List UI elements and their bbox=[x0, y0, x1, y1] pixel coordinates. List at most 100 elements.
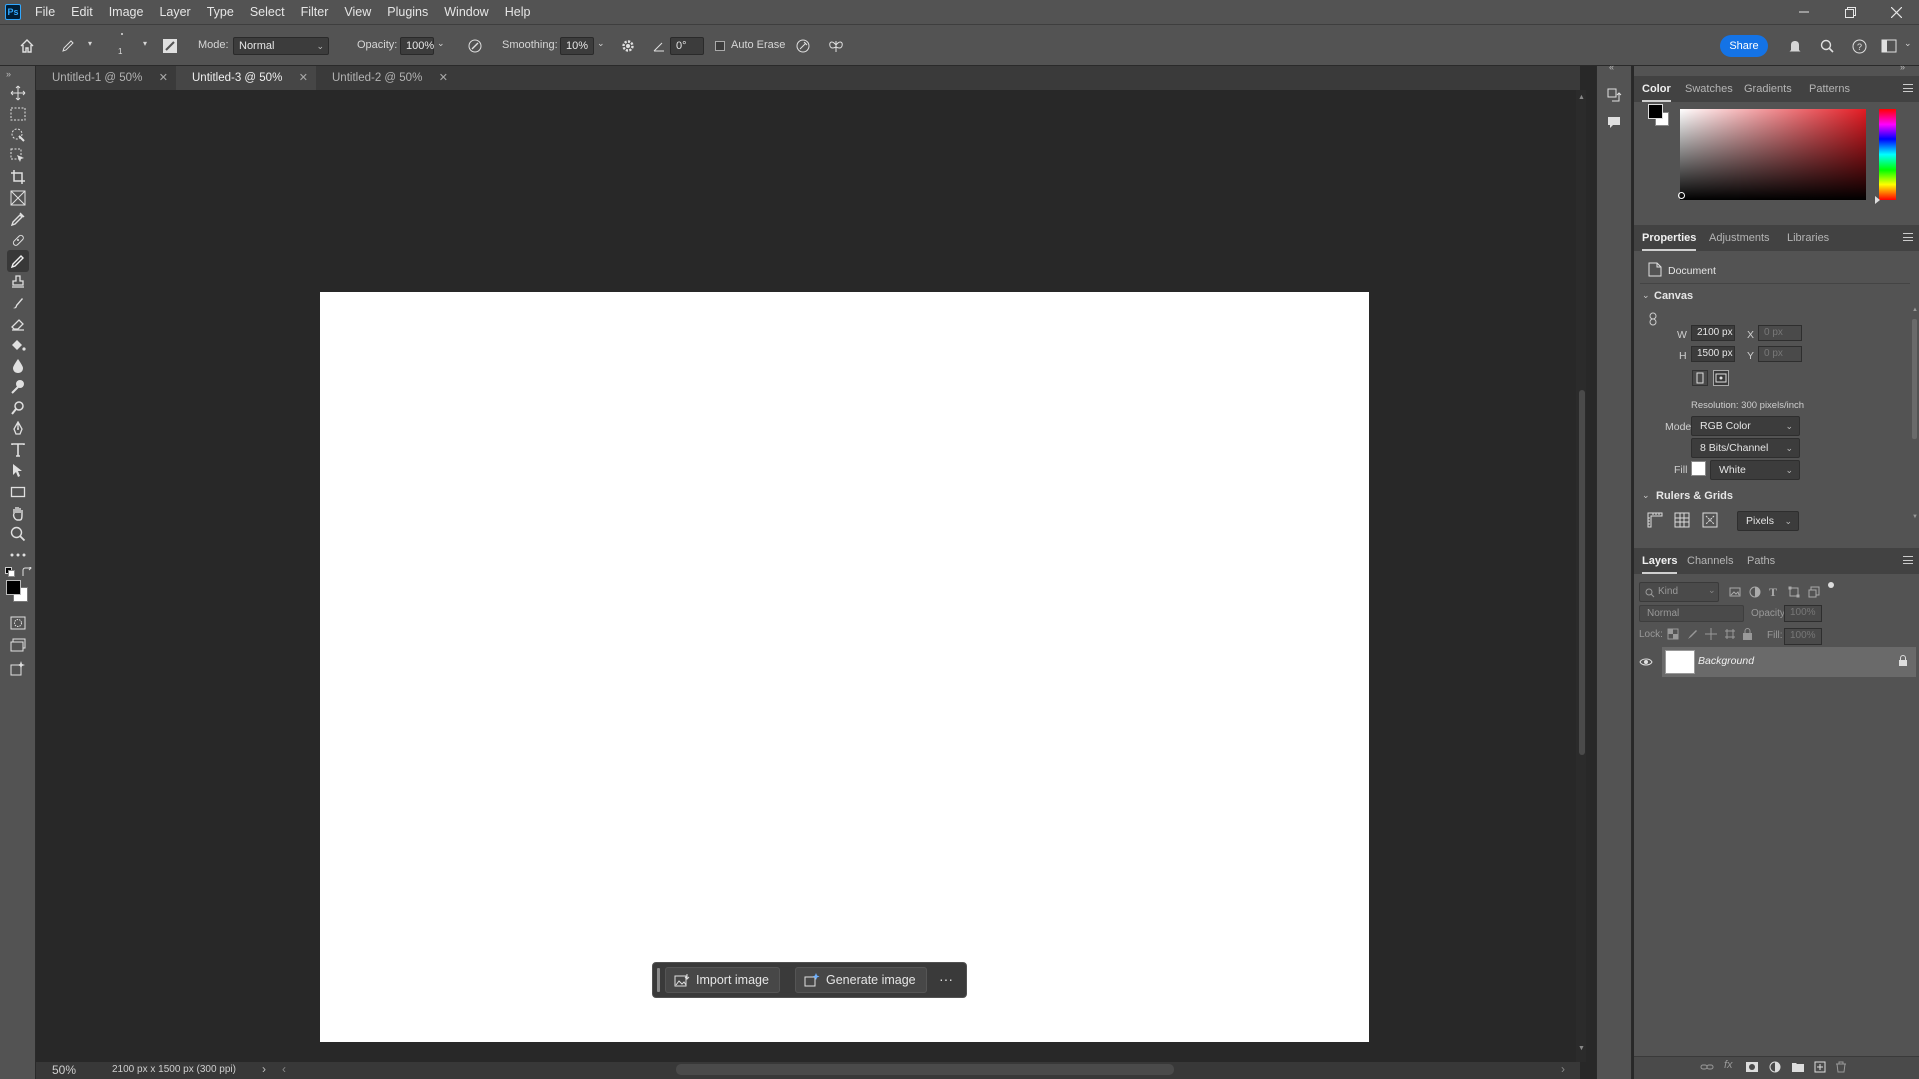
close-tab-icon[interactable]: ✕ bbox=[439, 66, 448, 90]
properties-panel-menu-icon[interactable] bbox=[1903, 233, 1913, 241]
brush-size-chevron-icon[interactable]: ▾ bbox=[143, 39, 147, 48]
layer-row-background[interactable]: Background bbox=[1639, 647, 1916, 677]
layer-style-fx-icon[interactable]: fx bbox=[1724, 1059, 1733, 1071]
tab-swatches[interactable]: Swatches bbox=[1685, 76, 1733, 102]
menu-help[interactable]: Help bbox=[497, 0, 539, 24]
expand-toolbar-icon[interactable]: » bbox=[6, 69, 11, 79]
fill-select[interactable]: White ⌄ bbox=[1710, 460, 1800, 480]
restore-button[interactable] bbox=[1827, 0, 1873, 24]
filter-toggle-icon[interactable] bbox=[1828, 582, 1834, 588]
tab-untitled-1[interactable]: Untitled-1 @ 50% (RGB/8) ✕ bbox=[36, 66, 176, 108]
edit-toolbar-button[interactable] bbox=[7, 544, 29, 566]
path-selection-tool[interactable] bbox=[7, 460, 29, 482]
filter-smart-object-button[interactable] bbox=[1808, 586, 1820, 601]
tab-paths[interactable]: Paths bbox=[1747, 548, 1775, 574]
opacity-chevron-icon[interactable]: ⌄ bbox=[437, 38, 445, 49]
lock-position-button[interactable] bbox=[1705, 628, 1717, 643]
move-tool[interactable] bbox=[7, 82, 29, 104]
share-button[interactable]: Share bbox=[1720, 35, 1768, 57]
type-tool[interactable] bbox=[7, 439, 29, 461]
horizontal-scroll-thumb[interactable] bbox=[676, 1064, 1174, 1075]
layers-panel-menu-icon[interactable] bbox=[1903, 556, 1913, 564]
comments-panel-button[interactable] bbox=[1607, 116, 1621, 133]
zoom-lens-tool[interactable] bbox=[7, 397, 29, 419]
menu-image[interactable]: Image bbox=[101, 0, 152, 24]
menu-filter[interactable]: Filter bbox=[293, 0, 337, 24]
tab-patterns[interactable]: Patterns bbox=[1809, 76, 1850, 102]
color-mode-select[interactable]: RGB Color ⌄ bbox=[1691, 416, 1800, 436]
lock-all-button[interactable] bbox=[1742, 628, 1753, 643]
rectangle-tool[interactable] bbox=[7, 481, 29, 503]
dodge-tool[interactable] bbox=[7, 376, 29, 398]
generative-button[interactable] bbox=[7, 657, 29, 679]
menu-plugins[interactable]: Plugins bbox=[379, 0, 436, 24]
scroll-right-icon[interactable]: › bbox=[1561, 1062, 1565, 1076]
paint-bucket-tool[interactable] bbox=[7, 334, 29, 356]
units-select[interactable]: Pixels ⌄ bbox=[1737, 511, 1799, 531]
import-image-button[interactable]: Import image bbox=[665, 967, 780, 993]
marquee-tool[interactable] bbox=[7, 103, 29, 125]
filter-shape-button[interactable] bbox=[1788, 586, 1800, 601]
scroll-down-icon[interactable]: ▼ bbox=[1912, 514, 1918, 520]
quick-selection-tool[interactable] bbox=[7, 124, 29, 146]
close-tab-icon[interactable]: ✕ bbox=[159, 66, 168, 90]
lock-artboard-button[interactable] bbox=[1724, 628, 1736, 643]
symmetry-button[interactable] bbox=[826, 36, 846, 56]
menu-edit[interactable]: Edit bbox=[63, 0, 101, 24]
history-panel-button[interactable] bbox=[1607, 88, 1623, 107]
close-window-button[interactable] bbox=[1873, 0, 1919, 24]
smoothing-input[interactable]: 10% bbox=[560, 37, 594, 55]
new-layer-button[interactable] bbox=[1814, 1061, 1826, 1076]
filter-adjustment-button[interactable] bbox=[1749, 586, 1761, 601]
new-group-button[interactable] bbox=[1791, 1061, 1805, 1076]
blur-tool[interactable] bbox=[7, 355, 29, 377]
delete-layer-button[interactable] bbox=[1835, 1061, 1847, 1076]
guides-toggle-button[interactable] bbox=[1702, 512, 1718, 531]
more-options-button[interactable]: ··· bbox=[933, 969, 959, 991]
scroll-up-icon[interactable]: ▲ bbox=[1912, 307, 1918, 313]
grid-toggle-button[interactable] bbox=[1674, 512, 1690, 531]
status-expand-icon[interactable]: › bbox=[262, 1062, 266, 1076]
rulers-toggle-button[interactable] bbox=[1647, 512, 1663, 531]
tab-properties[interactable]: Properties bbox=[1642, 225, 1697, 251]
tab-adjustments[interactable]: Adjustments bbox=[1709, 225, 1770, 251]
canvas-area[interactable] bbox=[36, 90, 1580, 1062]
tab-channels[interactable]: Channels bbox=[1687, 548, 1733, 574]
menu-type[interactable]: Type bbox=[199, 0, 242, 24]
object-selection-tool[interactable] bbox=[7, 145, 29, 167]
blend-mode-select[interactable]: Normal bbox=[1639, 605, 1744, 622]
foreground-color-swatch[interactable] bbox=[6, 580, 21, 595]
menu-layer[interactable]: Layer bbox=[151, 0, 198, 24]
vertical-scroll-thumb[interactable] bbox=[1579, 390, 1585, 755]
menu-select[interactable]: Select bbox=[242, 0, 293, 24]
minimize-button[interactable] bbox=[1781, 0, 1827, 24]
tab-color[interactable]: Color bbox=[1642, 76, 1671, 102]
mode-select[interactable]: Normal ⌄ bbox=[233, 37, 329, 55]
smoothing-options-button[interactable] bbox=[618, 36, 638, 56]
lock-transparent-pixels-button[interactable] bbox=[1667, 628, 1679, 643]
workspace-button[interactable] bbox=[1879, 36, 1899, 56]
default-colors-button[interactable] bbox=[5, 566, 15, 580]
quick-mask-button[interactable] bbox=[7, 612, 29, 634]
color-panel-menu-icon[interactable] bbox=[1903, 84, 1913, 92]
brush-settings-toggle[interactable] bbox=[160, 36, 180, 56]
scroll-down-icon[interactable]: ▼ bbox=[1578, 1045, 1585, 1052]
layer-name[interactable]: Background bbox=[1698, 655, 1754, 667]
panel-foreground-swatch[interactable] bbox=[1648, 104, 1663, 119]
filter-pixel-button[interactable] bbox=[1729, 586, 1741, 601]
history-brush-tool[interactable] bbox=[7, 292, 29, 314]
zoom-tool[interactable] bbox=[7, 523, 29, 545]
notifications-button[interactable] bbox=[1785, 36, 1805, 56]
pressure-opacity-button[interactable] bbox=[465, 36, 485, 56]
vertical-scrollbar[interactable]: ▲ ▼ bbox=[1576, 90, 1586, 1062]
help-button[interactable]: ? bbox=[1849, 36, 1869, 56]
document-info[interactable]: 2100 px x 1500 px (300 ppi) bbox=[112, 1064, 236, 1075]
angle-input[interactable]: 0° bbox=[670, 37, 704, 55]
width-input[interactable]: 2100 px bbox=[1691, 325, 1735, 341]
canvas-collapse-icon[interactable]: ⌄ bbox=[1642, 290, 1650, 301]
add-mask-button[interactable] bbox=[1745, 1061, 1759, 1076]
layer-visibility-toggle[interactable] bbox=[1639, 656, 1653, 670]
x-input[interactable]: 0 px bbox=[1758, 325, 1802, 341]
close-tab-icon[interactable]: ✕ bbox=[299, 66, 308, 90]
workspace-chevron-icon[interactable]: ⌄ bbox=[1904, 38, 1912, 49]
